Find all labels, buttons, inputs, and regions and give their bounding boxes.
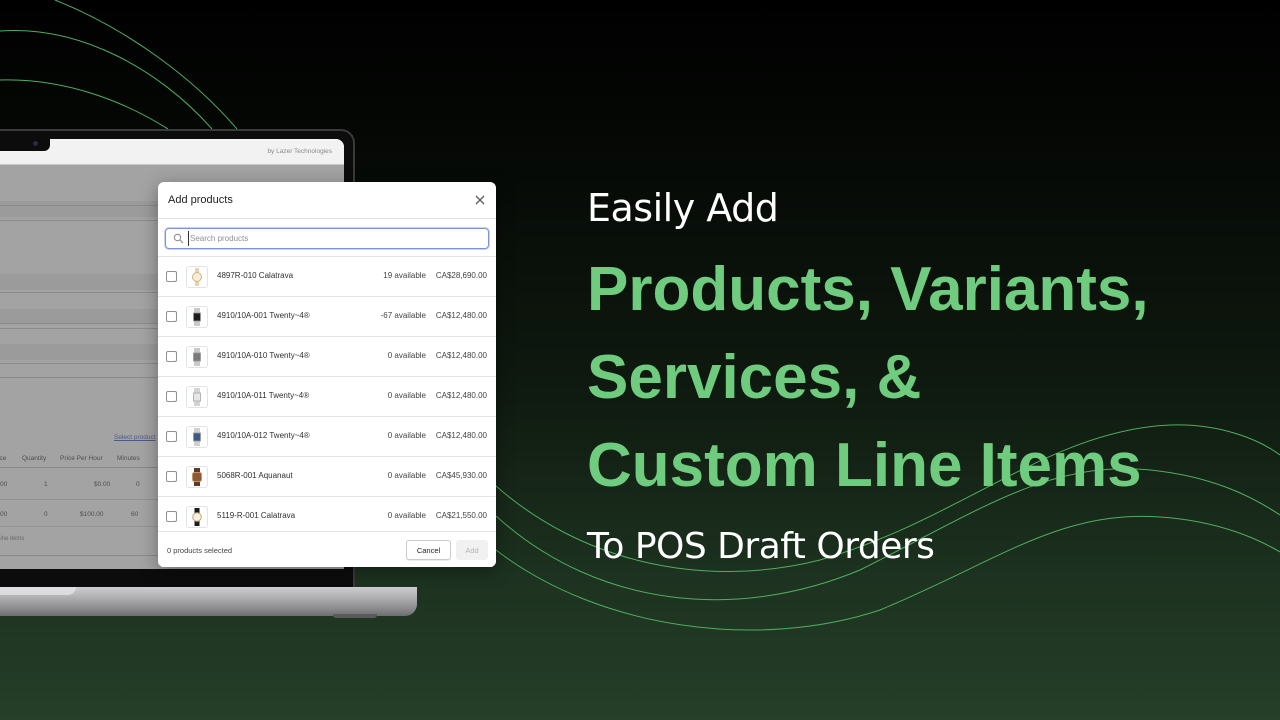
product-checkbox[interactable] xyxy=(166,311,177,322)
brand-text: by Lazer Technologies xyxy=(267,148,332,155)
steel-watch-icon xyxy=(193,428,201,446)
steel-watch-icon xyxy=(193,308,201,326)
black-strap-watch-icon xyxy=(192,508,202,526)
product-name: 4897R-010 Calatrava xyxy=(217,271,294,280)
column-header: ice xyxy=(0,455,7,462)
product-name: 4910/10A-012 Twenty~4® xyxy=(217,431,310,440)
product-name: 4910/10A-010 Twenty~4® xyxy=(217,351,310,360)
product-checkbox[interactable] xyxy=(166,351,177,362)
select-product-link[interactable]: Select product xyxy=(114,434,156,441)
column-header: Price Per Hour xyxy=(60,455,103,462)
product-availability: 19 available xyxy=(383,271,426,280)
close-button[interactable] xyxy=(473,193,487,207)
steel-watch-icon xyxy=(193,388,201,406)
wave-line xyxy=(54,0,238,130)
cell-price: 00 xyxy=(0,481,8,488)
column-header: Quantity xyxy=(22,455,47,462)
headline-line: Products, Variants, xyxy=(587,255,1149,324)
cell-minutes: 60 xyxy=(131,511,139,518)
product-row[interactable]: 4897R-010 Calatrava 19 available CA$28,6… xyxy=(158,257,496,297)
product-availability: 0 available xyxy=(387,351,426,360)
product-availability: 0 available xyxy=(387,431,426,440)
laptop-base-notch xyxy=(0,587,76,595)
product-thumbnail xyxy=(186,426,208,448)
product-thumbnail xyxy=(186,466,208,488)
app-topbar: by Lazer Technologies xyxy=(0,139,344,165)
search-icon xyxy=(173,233,184,244)
cell-quantity: 0 xyxy=(44,511,48,518)
cell-price-per-hour: $100.00 xyxy=(80,511,104,518)
product-checkbox[interactable] xyxy=(166,471,177,482)
headline-line: Custom Line Items xyxy=(587,431,1142,500)
steel-watch-icon xyxy=(193,348,201,366)
product-price: CA$21,550.00 xyxy=(435,511,487,520)
modal-title: Add products xyxy=(168,194,233,206)
cell-minutes: 0 xyxy=(136,481,140,488)
line-items-count: 2 line items xyxy=(0,536,25,542)
product-row[interactable]: 4910/10A-011 Twenty~4® 0 available CA$12… xyxy=(158,377,496,417)
laptop-foot xyxy=(333,614,377,618)
product-checkbox[interactable] xyxy=(166,391,177,402)
cell-price: 00 xyxy=(0,511,8,518)
headline-subtitle: To POS Draft Orders xyxy=(587,526,935,567)
product-price: CA$12,480.00 xyxy=(435,311,487,320)
product-name: 5119-R-001 Calatrava xyxy=(217,511,296,520)
modal-header: Add products xyxy=(158,182,496,219)
search-field[interactable] xyxy=(165,228,489,249)
product-price: CA$12,480.00 xyxy=(435,431,487,440)
product-row[interactable]: 4910/10A-010 Twenty~4® 0 available CA$12… xyxy=(158,337,496,377)
gold-watch-icon xyxy=(192,268,202,286)
product-name: 4910/10A-001 Twenty~4® xyxy=(217,311,310,320)
product-thumbnail xyxy=(186,506,208,528)
cell-quantity: 1 xyxy=(44,481,48,488)
product-row[interactable]: 4910/10A-012 Twenty~4® 0 available CA$12… xyxy=(158,417,496,457)
add-button[interactable]: Add xyxy=(456,540,488,560)
selected-count: 0 products selected xyxy=(167,546,233,555)
cancel-button[interactable]: Cancel xyxy=(406,540,451,560)
product-availability: 0 available xyxy=(387,471,426,480)
product-checkbox[interactable] xyxy=(166,431,177,442)
product-availability: -67 available xyxy=(380,311,426,320)
product-thumbnail xyxy=(186,306,208,328)
wave-line xyxy=(0,79,169,130)
wave-line xyxy=(0,29,213,130)
search-section xyxy=(158,219,496,257)
product-availability: 0 available xyxy=(387,511,426,520)
product-thumbnail xyxy=(186,386,208,408)
product-price: CA$28,690.00 xyxy=(435,271,487,280)
column-header: Minutes xyxy=(117,455,140,462)
headline-kicker: Easily Add xyxy=(587,186,779,230)
product-availability: 0 available xyxy=(387,391,426,400)
add-products-modal: Add products 4897R-010 Calat xyxy=(158,182,496,567)
headline-line: Services, & xyxy=(587,343,922,412)
product-checkbox[interactable] xyxy=(166,271,177,282)
modal-footer: 0 products selected Cancel Add xyxy=(158,531,496,567)
brown-strap-watch-icon xyxy=(192,468,202,486)
product-price: CA$12,480.00 xyxy=(435,391,487,400)
product-list: 4897R-010 Calatrava 19 available CA$28,6… xyxy=(158,257,496,537)
product-price: CA$12,480.00 xyxy=(435,351,487,360)
laptop-notch xyxy=(0,139,50,151)
product-checkbox[interactable] xyxy=(166,511,177,522)
product-price: CA$45,930.00 xyxy=(435,471,487,480)
product-row[interactable]: 5068R-001 Aquanaut 0 available CA$45,930… xyxy=(158,457,496,497)
product-thumbnail xyxy=(186,266,208,288)
product-name: 5068R-001 Aquanaut xyxy=(217,471,293,480)
cell-price-per-hour: $0.00 xyxy=(94,481,111,488)
product-row[interactable]: 4910/10A-001 Twenty~4® -67 available CA$… xyxy=(158,297,496,337)
camera-icon xyxy=(33,141,38,146)
product-thumbnail xyxy=(186,346,208,368)
search-input[interactable] xyxy=(188,231,478,246)
product-name: 4910/10A-011 Twenty~4® xyxy=(217,391,310,400)
close-icon xyxy=(475,195,485,205)
